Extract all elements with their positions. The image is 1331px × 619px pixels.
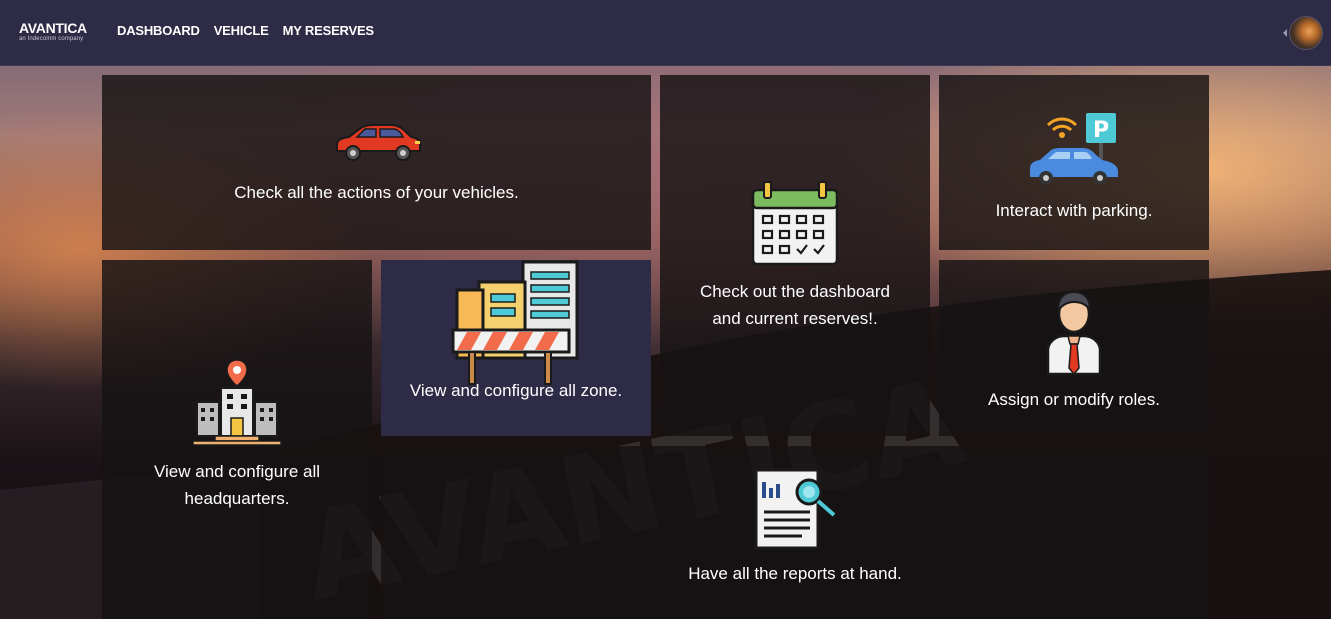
card-vehicles-text: Check all the actions of your vehicles. xyxy=(234,183,519,202)
card-zone[interactable]: View and configure all zone. xyxy=(381,260,651,436)
user-menu[interactable] xyxy=(1283,16,1323,50)
logo-wordmark: AVANTICA xyxy=(19,20,87,36)
building-location-icon xyxy=(192,359,282,446)
card-roles[interactable]: Assign or modify roles. xyxy=(939,260,1209,436)
caret-left-icon xyxy=(1283,29,1287,37)
construction-zone-icon xyxy=(451,260,579,385)
report-search-icon xyxy=(754,468,836,550)
card-roles-text: Assign or modify roles. xyxy=(988,389,1160,409)
avantica-logo[interactable]: AVANTICA an Indecomm company xyxy=(19,21,89,47)
card-dashboard-text-line1: Check out the dashboard xyxy=(700,281,890,301)
user-avatar[interactable] xyxy=(1289,16,1323,50)
card-headquarters[interactable]: View and configure all headquarters. xyxy=(102,260,372,619)
nav-item-vehicle[interactable]: VEHICLE xyxy=(214,22,269,40)
svg-text:P: P xyxy=(1093,118,1109,143)
card-vehicles[interactable]: Check all the actions of your vehicles. xyxy=(102,75,651,250)
top-navbar: AVANTICA an Indecomm company DASHBOARD V… xyxy=(0,0,1331,66)
nav-item-dashboard[interactable]: DASHBOARD xyxy=(117,22,200,40)
card-headquarters-text-line1: View and configure all xyxy=(153,462,320,481)
calendar-icon xyxy=(751,180,839,265)
businessman-icon xyxy=(1046,290,1102,375)
parking-car-icon: P xyxy=(1030,113,1118,185)
nav-item-my-reserves[interactable]: MY RESERVES xyxy=(283,22,374,40)
card-parking[interactable]: P Interact with parking. xyxy=(939,75,1209,250)
card-dashboard-text: Check out the dashboard and current rese… xyxy=(700,278,890,332)
card-reports[interactable]: Have all the reports at hand. xyxy=(381,446,1209,619)
main-nav: DASHBOARD VEHICLE MY RESERVES xyxy=(117,22,374,40)
card-dashboard-text-line2: and current reserves!. xyxy=(712,308,878,328)
card-parking-text: Interact with parking. xyxy=(995,201,1153,220)
car-icon xyxy=(335,124,421,161)
card-headquarters-text-line2: headquarters. xyxy=(184,489,290,508)
logo-subtext: an Indecomm company xyxy=(19,36,84,42)
card-dashboard[interactable]: Check out the dashboard and current rese… xyxy=(660,75,930,436)
card-headquarters-text: View and configure all headquarters. xyxy=(154,458,320,512)
card-reports-text: Have all the reports at hand. xyxy=(688,564,902,583)
